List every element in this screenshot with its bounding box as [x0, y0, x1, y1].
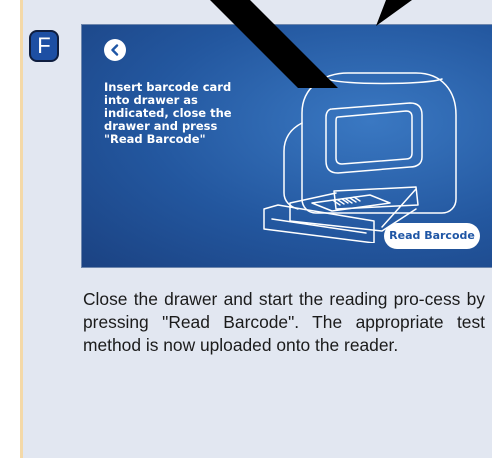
step-card: F Insert barcode card into drawer as ind…	[20, 0, 492, 458]
device-screen: Insert barcode card into drawer as indic…	[81, 24, 492, 268]
chevron-left-icon	[110, 44, 120, 56]
step-description: Close the drawer and start the reading p…	[83, 289, 485, 355]
read-barcode-button[interactable]: Read Barcode	[384, 223, 480, 249]
back-button[interactable]	[104, 39, 126, 61]
page: F Insert barcode card into drawer as ind…	[0, 0, 492, 458]
step-letter-badge: F	[29, 30, 59, 62]
reader-device-illustration	[263, 72, 457, 243]
